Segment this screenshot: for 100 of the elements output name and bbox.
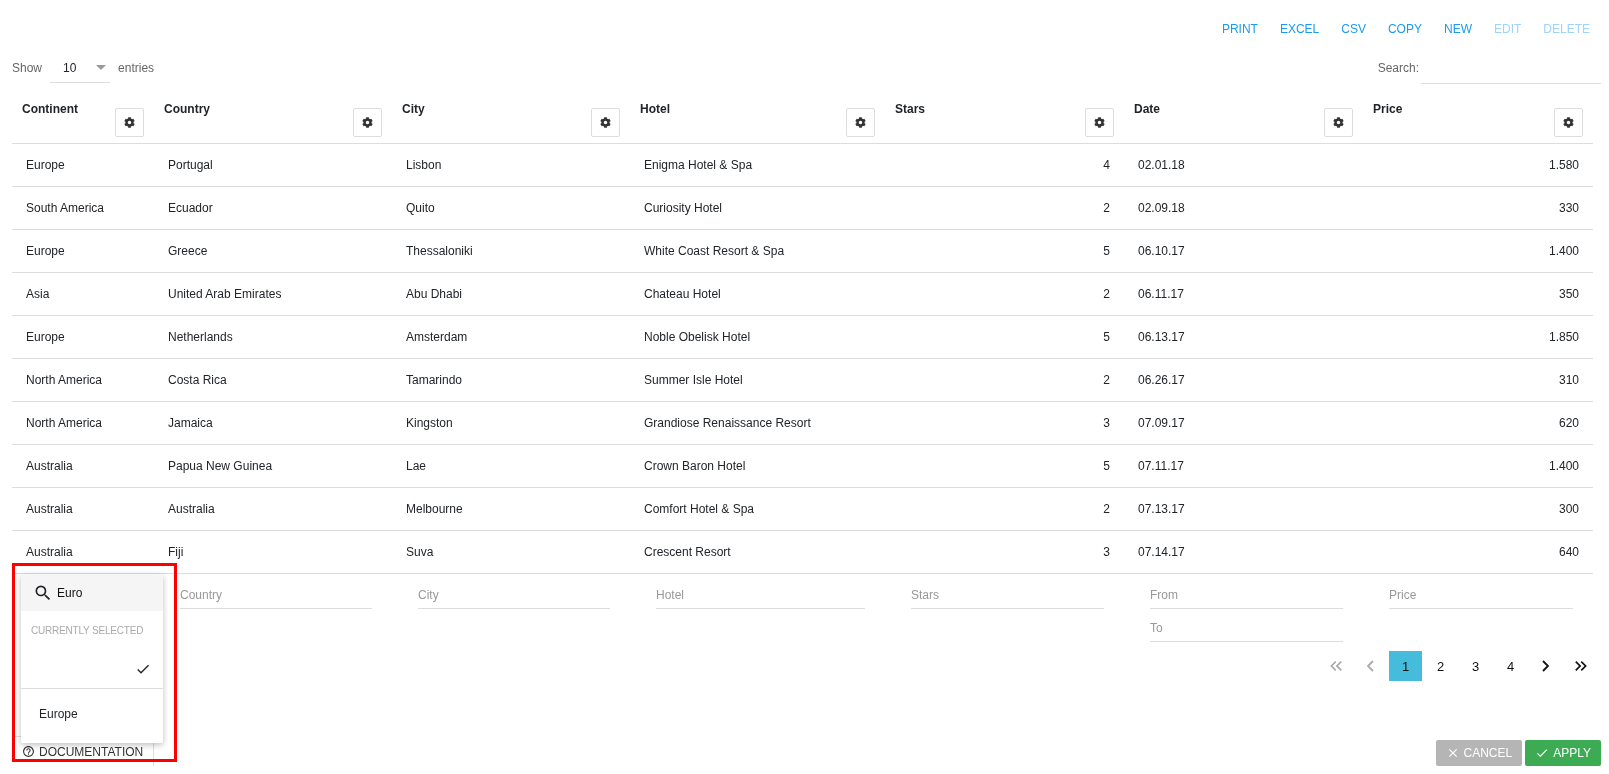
table-cell: 1.400 bbox=[1363, 230, 1593, 273]
column-header: Continent bbox=[22, 101, 78, 116]
gear-icon bbox=[600, 117, 611, 128]
page-button[interactable]: 3 bbox=[1459, 651, 1492, 681]
table-cell: Grandiose Renaissance Resort bbox=[630, 402, 885, 445]
table-cell: Asia bbox=[12, 273, 154, 316]
table-cell: 640 bbox=[1363, 531, 1593, 574]
table-cell: Lae bbox=[392, 445, 630, 488]
table-cell: 5 bbox=[885, 316, 1124, 359]
toolbar-link[interactable]: NEW bbox=[1432, 13, 1483, 44]
table-cell: Enigma Hotel & Spa bbox=[630, 144, 885, 187]
toolbar-link[interactable]: CSV bbox=[1330, 13, 1377, 44]
table-cell: South America bbox=[12, 187, 154, 230]
table-cell: Fiji bbox=[154, 531, 392, 574]
table-cell: Crescent Resort bbox=[630, 531, 885, 574]
table-cell: Kingston bbox=[392, 402, 630, 445]
table-cell: United Arab Emirates bbox=[154, 273, 392, 316]
settings-button[interactable] bbox=[591, 108, 620, 137]
chevron-right-icon bbox=[1542, 660, 1549, 672]
table-cell: Curiosity Hotel bbox=[630, 187, 885, 230]
table-cell: Jamaica bbox=[154, 402, 392, 445]
table-cell: 1.400 bbox=[1363, 445, 1593, 488]
gear-icon bbox=[124, 117, 135, 128]
dropdown-option[interactable]: Europe bbox=[21, 689, 163, 739]
chevron-left-icon bbox=[1367, 660, 1374, 672]
settings-button[interactable] bbox=[1085, 108, 1114, 137]
column-header: Stars bbox=[895, 101, 926, 116]
table-cell: 2 bbox=[885, 187, 1124, 230]
table-cell: 330 bbox=[1363, 187, 1593, 230]
table-cell: Europe bbox=[12, 144, 154, 187]
table-cell: 06.11.17 bbox=[1124, 273, 1363, 316]
table-cell: Crown Baron Hotel bbox=[630, 445, 885, 488]
table-cell: 06.13.17 bbox=[1124, 316, 1363, 359]
table-cell: 06.10.17 bbox=[1124, 230, 1363, 273]
toolbar-link[interactable]: COPY bbox=[1376, 13, 1433, 44]
table-cell: Netherlands bbox=[154, 316, 392, 359]
table-cell: Portugal bbox=[154, 144, 392, 187]
settings-button[interactable] bbox=[115, 108, 144, 137]
search-label: Search: bbox=[1377, 61, 1419, 75]
settings-button[interactable] bbox=[1324, 108, 1353, 137]
apply-button[interactable]: APPLY bbox=[1525, 740, 1601, 766]
page-button[interactable]: 2 bbox=[1424, 651, 1457, 681]
table-cell: Thessaloniki bbox=[392, 230, 630, 273]
table-cell: 350 bbox=[1363, 273, 1593, 316]
table-cell: 2 bbox=[885, 359, 1124, 402]
table-cell: 02.09.18 bbox=[1124, 187, 1363, 230]
table-cell: Abu Dhabi bbox=[392, 273, 630, 316]
show-label: Show bbox=[12, 61, 43, 75]
settings-button[interactable] bbox=[353, 108, 382, 137]
gear-icon bbox=[362, 117, 373, 128]
gear-icon bbox=[1563, 117, 1574, 128]
column-header: Country bbox=[164, 101, 210, 116]
table-cell: Quito bbox=[392, 187, 630, 230]
toolbar-link[interactable]: EXCEL bbox=[1268, 13, 1331, 44]
table-cell: Europe bbox=[12, 316, 154, 359]
check-icon bbox=[1535, 746, 1550, 760]
help-icon bbox=[22, 745, 35, 758]
table-cell: 02.01.18 bbox=[1124, 144, 1363, 187]
column-header: Date bbox=[1134, 101, 1160, 116]
entries-label: entries bbox=[118, 61, 155, 75]
table-cell: Costa Rica bbox=[154, 359, 392, 402]
table-cell: Amsterdam bbox=[392, 316, 630, 359]
table-cell: Tamarindo bbox=[392, 359, 630, 402]
table-cell: Australia bbox=[154, 488, 392, 531]
gear-icon bbox=[855, 117, 866, 128]
table-cell: White Coast Resort & Spa bbox=[630, 230, 885, 273]
dropdown-search-field[interactable]: Euro bbox=[21, 574, 163, 611]
settings-button[interactable] bbox=[846, 108, 875, 137]
toolbar-link[interactable]: PRINT bbox=[1210, 13, 1269, 44]
page-button[interactable]: 4 bbox=[1494, 651, 1527, 681]
table-cell: 07.11.17 bbox=[1124, 445, 1363, 488]
table-cell: 07.09.17 bbox=[1124, 402, 1363, 445]
table-cell: 3 bbox=[885, 402, 1124, 445]
column-header: Hotel bbox=[640, 101, 670, 116]
search-icon bbox=[33, 583, 53, 603]
table-cell: Australia bbox=[12, 488, 154, 531]
table-cell: 4 bbox=[885, 144, 1124, 187]
table-cell: 06.26.17 bbox=[1124, 359, 1363, 402]
table-cell: 5 bbox=[885, 230, 1124, 273]
table-cell: Papua New Guinea bbox=[154, 445, 392, 488]
gear-icon bbox=[1094, 117, 1105, 128]
table-cell: Noble Obelisk Hotel bbox=[630, 316, 885, 359]
table-cell: 2 bbox=[885, 488, 1124, 531]
table-cell: Ecuador bbox=[154, 187, 392, 230]
section-heading: CURRENTLY SELECTED bbox=[30, 623, 145, 638]
table-cell: 1.580 bbox=[1363, 144, 1593, 187]
table-cell: North America bbox=[12, 402, 154, 445]
page-button[interactable]: 1 bbox=[1389, 651, 1422, 681]
entries-select[interactable]: 10 bbox=[50, 53, 111, 83]
settings-button[interactable] bbox=[1554, 108, 1583, 137]
caret-icon bbox=[96, 65, 107, 70]
table-cell: 1.850 bbox=[1363, 316, 1593, 359]
table-cell: Australia bbox=[12, 445, 154, 488]
table-cell: 07.13.17 bbox=[1124, 488, 1363, 531]
table-cell: 07.14.17 bbox=[1124, 531, 1363, 574]
gear-icon bbox=[1333, 117, 1344, 128]
column-header: City bbox=[402, 101, 425, 116]
table-cell: Comfort Hotel & Spa bbox=[630, 488, 885, 531]
table-cell: Chateau Hotel bbox=[630, 273, 885, 316]
table-cell: Melbourne bbox=[392, 488, 630, 531]
